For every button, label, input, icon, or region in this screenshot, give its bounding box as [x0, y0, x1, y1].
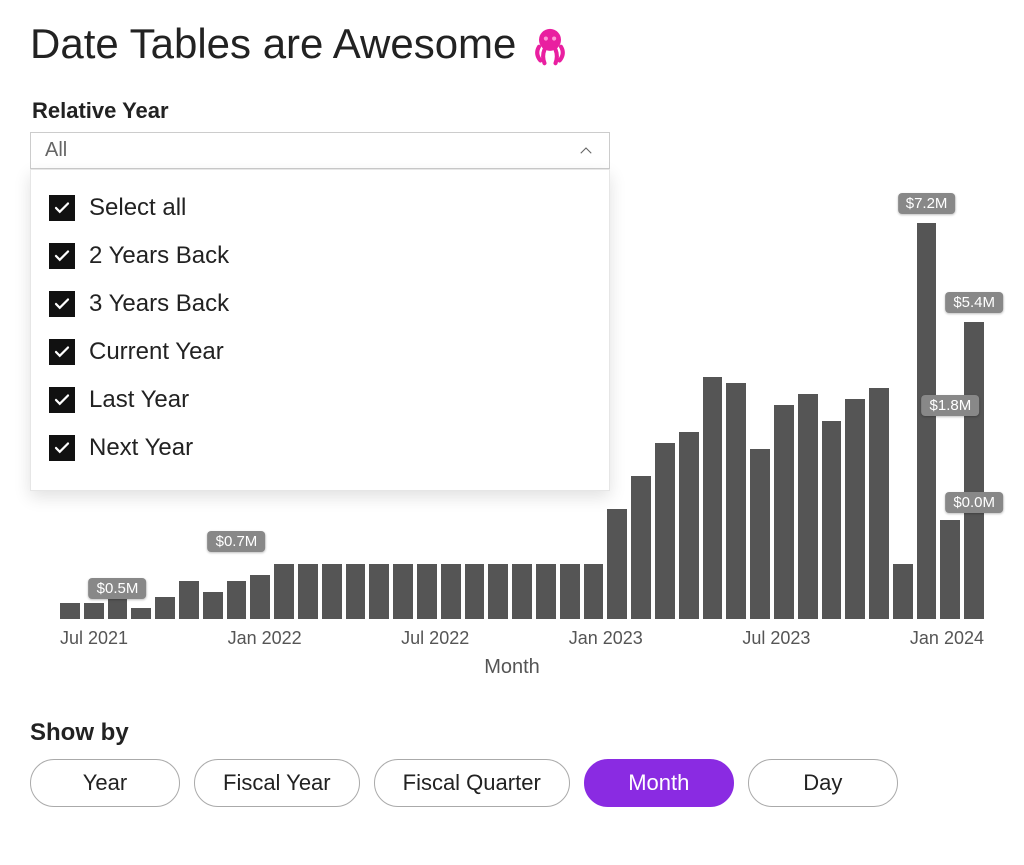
bar[interactable]: [774, 405, 794, 620]
showby-label: Show by: [30, 719, 994, 747]
bar[interactable]: [750, 449, 770, 620]
checkbox-icon: [49, 435, 75, 461]
bar[interactable]: [512, 564, 532, 619]
bar[interactable]: $1.8M: [940, 520, 960, 619]
x-tick-label: Jul 2023: [742, 628, 810, 649]
showby-option-fiscal-quarter[interactable]: Fiscal Quarter: [374, 759, 570, 807]
bar-data-label: $7.2M: [898, 193, 956, 214]
dropdown-option[interactable]: 3 Years Back: [41, 280, 599, 328]
bar[interactable]: [298, 564, 318, 619]
page-title-text: Date Tables are Awesome: [30, 20, 516, 68]
bar[interactable]: $0.7M: [227, 581, 247, 620]
checkbox-icon: [49, 339, 75, 365]
bar[interactable]: $0.5M: [108, 592, 128, 620]
bar[interactable]: [274, 564, 294, 619]
dropdown-option-label: Next Year: [89, 434, 193, 462]
bar[interactable]: [155, 597, 175, 619]
dropdown-option-label: 3 Years Back: [89, 290, 229, 318]
bar[interactable]: [703, 377, 723, 619]
showby-segmented: Year Fiscal Year Fiscal Quarter Month Day: [30, 759, 994, 807]
checkbox-icon: [49, 387, 75, 413]
bar[interactable]: [679, 432, 699, 619]
bar[interactable]: [393, 564, 413, 619]
relative-year-dropdown[interactable]: All Select all2 Years Back3 Years BackCu…: [30, 132, 610, 169]
bar[interactable]: [84, 603, 104, 620]
x-tick-label: Jul 2021: [60, 628, 128, 649]
dropdown-option-label: Last Year: [89, 386, 189, 414]
x-tick-label: Jan 2023: [569, 628, 643, 649]
x-tick-label: Jan 2022: [228, 628, 302, 649]
page-title: Date Tables are Awesome: [30, 20, 994, 68]
bar-data-label: $5.4M: [945, 292, 1003, 313]
bar[interactable]: [798, 394, 818, 620]
bar[interactable]: $7.2M: [917, 223, 937, 619]
bar-data-label: $0.0M: [945, 492, 1003, 513]
showby-option-month[interactable]: Month: [584, 759, 734, 807]
bar[interactable]: [631, 476, 651, 619]
checkbox-icon: [49, 243, 75, 269]
bar[interactable]: [845, 399, 865, 619]
bar[interactable]: [584, 564, 604, 619]
chart-x-label: Month: [30, 656, 994, 679]
bar[interactable]: [893, 564, 913, 619]
bar[interactable]: [822, 421, 842, 619]
bar[interactable]: [203, 592, 223, 620]
bar[interactable]: [179, 581, 199, 620]
dropdown-option[interactable]: Last Year: [41, 376, 599, 424]
dropdown-option[interactable]: 2 Years Back: [41, 232, 599, 280]
filter-label: Relative Year: [32, 98, 994, 124]
bar-data-label: $0.7M: [208, 531, 266, 552]
showby-option-year[interactable]: Year: [30, 759, 180, 807]
dropdown-option-label: Select all: [89, 194, 186, 222]
bar[interactable]: [131, 608, 151, 619]
bar[interactable]: [60, 603, 80, 620]
showby-option-fiscal-year[interactable]: Fiscal Year: [194, 759, 360, 807]
dropdown-option-label: Current Year: [89, 338, 224, 366]
dropdown-option-label: 2 Years Back: [89, 242, 229, 270]
bar[interactable]: [536, 564, 556, 619]
octopus-icon: [528, 22, 572, 66]
bar[interactable]: [607, 509, 627, 619]
bar[interactable]: [369, 564, 389, 619]
bar[interactable]: [441, 564, 461, 619]
x-tick-label: Jul 2022: [401, 628, 469, 649]
showby-option-day[interactable]: Day: [748, 759, 898, 807]
checkbox-icon: [49, 291, 75, 317]
bar[interactable]: [869, 388, 889, 619]
bar[interactable]: [322, 564, 342, 619]
x-tick-label: Jan 2024: [910, 628, 984, 649]
dropdown-selected-text: All: [45, 139, 67, 162]
bar[interactable]: [465, 564, 485, 619]
dropdown-panel: Select all 2 Years Back 3 Years Back Curren…: [30, 169, 610, 491]
dropdown-selected[interactable]: All: [30, 132, 610, 169]
dropdown-option[interactable]: Current Year: [41, 328, 599, 376]
bar-data-label: $1.8M: [922, 395, 980, 416]
bar[interactable]: [655, 443, 675, 619]
bar[interactable]: $5.4M$0.0M: [964, 322, 984, 619]
bar[interactable]: [726, 383, 746, 620]
bar[interactable]: [488, 564, 508, 619]
chart-x-axis: Jul 2021 Jan 2022 Jul 2022 Jan 2023 Jul 2023…: [60, 628, 984, 649]
dropdown-option[interactable]: Next Year: [41, 424, 599, 472]
dropdown-option[interactable]: Select all: [41, 184, 599, 232]
bar[interactable]: [560, 564, 580, 619]
bar[interactable]: [346, 564, 366, 619]
chevron-up-icon: [577, 142, 595, 160]
bar[interactable]: [417, 564, 437, 619]
bar[interactable]: [250, 575, 270, 619]
checkbox-icon: [49, 195, 75, 221]
bar-data-label: $0.5M: [89, 578, 147, 599]
